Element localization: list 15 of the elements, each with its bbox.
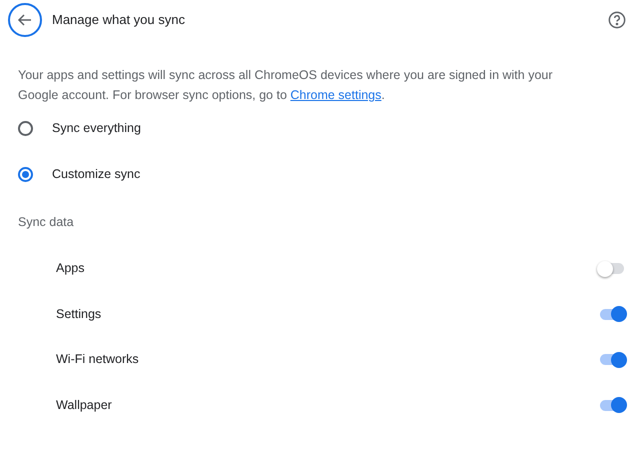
chrome-settings-link[interactable]: Chrome settings (290, 88, 382, 102)
radio-label: Customize sync (52, 166, 140, 183)
radio-button[interactable] (18, 166, 33, 182)
sync-item-label: Apps (56, 260, 84, 278)
sync-item-label: Wi-Fi networks (56, 351, 139, 368)
page-title: Manage what you sync (52, 11, 185, 30)
sync-item-label: Settings (56, 306, 102, 323)
section-heading: Sync data (17, 214, 74, 231)
help-icon[interactable] (608, 11, 626, 29)
sync-item-label: Wallpaper (56, 396, 112, 414)
radio-label: Sync everything (52, 120, 141, 137)
description: Your apps and settings will sync across all ChromeOS devices where you are signed in with your Google account. For browser sync options, go to Chrome settings. (17, 67, 554, 104)
radio-button[interactable] (18, 120, 33, 136)
back-button[interactable] (8, 3, 42, 37)
back-arrow-icon (17, 12, 33, 28)
